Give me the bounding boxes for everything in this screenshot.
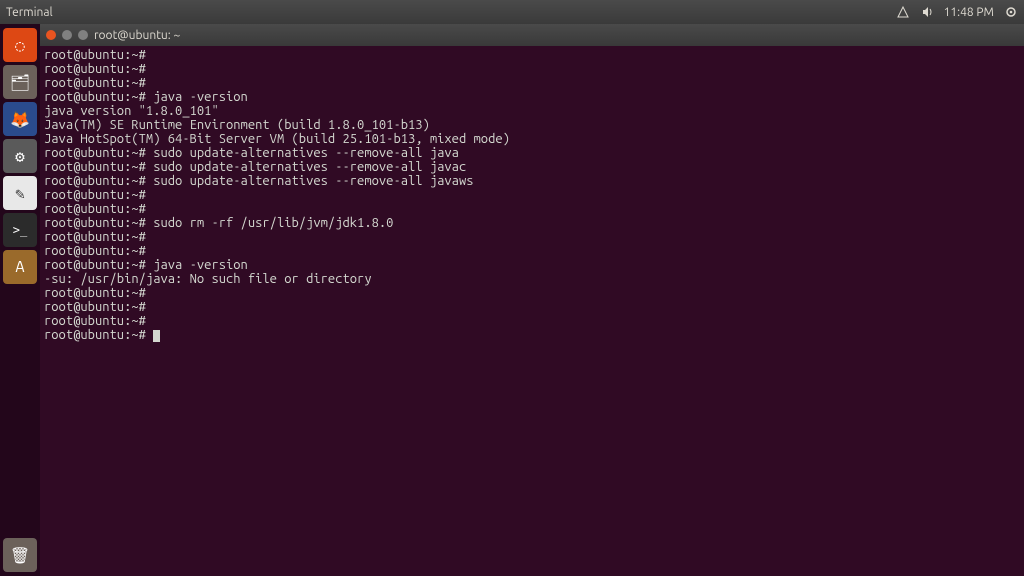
panel-clock[interactable]: 11:48 PM [944, 6, 994, 19]
terminal-line: -su: /usr/bin/java: No such file or dire… [44, 272, 1020, 286]
sound-icon[interactable] [920, 5, 934, 19]
terminal-line: Java HotSpot(TM) 64-Bit Server VM (build… [44, 132, 1020, 146]
text-editor-icon[interactable]: ✎ [3, 176, 37, 210]
terminal-line: root@ubuntu:~# sudo update-alternatives … [44, 160, 1020, 174]
terminal-line: root@ubuntu:~# [44, 188, 1020, 202]
terminal-line: root@ubuntu:~# [44, 62, 1020, 76]
software-updater-icon[interactable]: A [3, 250, 37, 284]
terminal-line: root@ubuntu:~# java -version [44, 90, 1020, 104]
terminal-line: root@ubuntu:~# [44, 314, 1020, 328]
terminal-line: root@ubuntu:~# sudo update-alternatives … [44, 174, 1020, 188]
unity-launcher: ◌🗂🦊⚙✎>_A 🗑 [0, 24, 40, 576]
minimize-icon[interactable] [62, 30, 72, 40]
terminal-line: root@ubuntu:~# [44, 230, 1020, 244]
terminal-cursor [153, 330, 160, 342]
terminal-body[interactable]: root@ubuntu:~# root@ubuntu:~# root@ubunt… [40, 46, 1024, 576]
maximize-icon[interactable] [78, 30, 88, 40]
settings-icon[interactable]: ⚙ [3, 139, 37, 173]
trash-icon[interactable]: 🗑 [3, 538, 37, 572]
panel-indicators: 11:48 PM [896, 5, 1018, 19]
network-icon[interactable] [896, 5, 910, 19]
terminal-line: root@ubuntu:~# sudo update-alternatives … [44, 146, 1020, 160]
session-gear-icon[interactable] [1004, 5, 1018, 19]
terminal-line: root@ubuntu:~# [44, 286, 1020, 300]
firefox-icon[interactable]: 🦊 [3, 102, 37, 136]
close-icon[interactable] [46, 30, 56, 40]
files-icon[interactable]: 🗂 [3, 65, 37, 99]
terminal-window: root@ubuntu: ~ root@ubuntu:~# root@ubunt… [40, 24, 1024, 576]
terminal-titlebar[interactable]: root@ubuntu: ~ [40, 24, 1024, 46]
dash-icon[interactable]: ◌ [3, 28, 37, 62]
terminal-title: root@ubuntu: ~ [94, 29, 180, 42]
terminal-line: root@ubuntu:~# [44, 300, 1020, 314]
terminal-line: root@ubuntu:~# [44, 48, 1020, 62]
panel-active-app: Terminal [6, 6, 896, 19]
terminal-line: root@ubuntu:~# [44, 202, 1020, 216]
terminal-line: Java(TM) SE Runtime Environment (build 1… [44, 118, 1020, 132]
desktop-top-panel: Terminal 11:48 PM [0, 0, 1024, 24]
terminal-line: root@ubuntu:~# [44, 76, 1020, 90]
terminal-line: root@ubuntu:~# [44, 328, 1020, 342]
terminal-line: root@ubuntu:~# sudo rm -rf /usr/lib/jvm/… [44, 216, 1020, 230]
terminal-line: java version "1.8.0_101" [44, 104, 1020, 118]
terminal-line: root@ubuntu:~# java -version [44, 258, 1020, 272]
terminal-icon[interactable]: >_ [3, 213, 37, 247]
terminal-line: root@ubuntu:~# [44, 244, 1020, 258]
